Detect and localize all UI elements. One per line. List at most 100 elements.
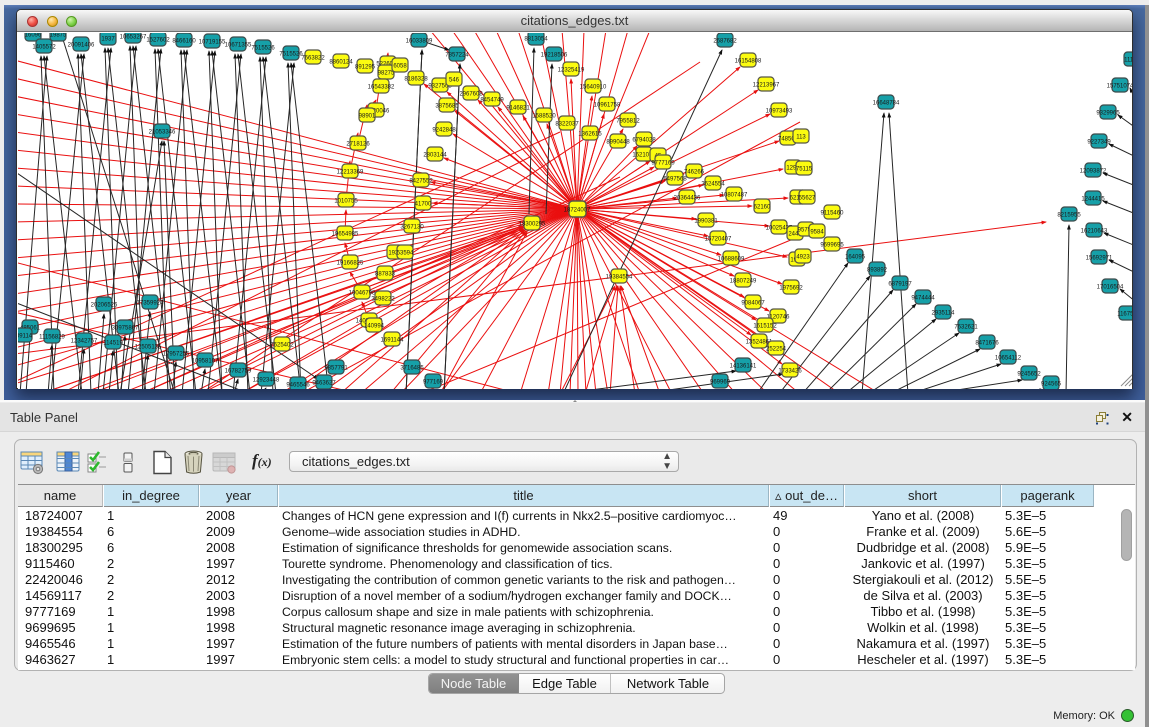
- svg-text:7515526: 7515526: [279, 52, 303, 58]
- svg-text:9463627: 9463627: [312, 381, 336, 387]
- svg-text:55627: 55627: [799, 196, 816, 202]
- svg-text:10653267: 10653267: [120, 35, 147, 41]
- svg-text:9115460: 9115460: [821, 211, 845, 217]
- svg-text:17016504: 17016504: [1097, 285, 1124, 291]
- svg-text:15640910: 15640910: [580, 85, 607, 91]
- svg-text:8990448: 8990448: [606, 140, 630, 146]
- svg-text:39114: 39114: [18, 334, 33, 340]
- svg-text:2687682: 2687682: [713, 39, 737, 45]
- svg-text:1990381: 1990381: [694, 219, 718, 225]
- svg-text:8215955: 8215955: [1057, 213, 1081, 219]
- svg-text:1937: 1937: [101, 37, 115, 43]
- svg-text:10654112: 10654112: [995, 356, 1022, 362]
- svg-text:9699695: 9699695: [820, 243, 844, 249]
- svg-text:8813054: 8813054: [524, 37, 548, 43]
- svg-text:1588520: 1588520: [532, 114, 556, 120]
- svg-text:1010755: 1010755: [334, 199, 358, 205]
- svg-text:113: 113: [796, 135, 806, 141]
- svg-text:8454749: 8454749: [480, 98, 504, 104]
- svg-text:1615152: 1615152: [753, 324, 777, 330]
- svg-text:12213967: 12213967: [753, 83, 780, 89]
- svg-text:3624554: 3624554: [701, 182, 725, 188]
- svg-text:9227349: 9227349: [1087, 140, 1111, 146]
- svg-text:1691144: 1691144: [381, 338, 405, 344]
- svg-text:887833: 887833: [375, 272, 396, 278]
- svg-text:3267130: 3267130: [400, 225, 424, 231]
- svg-text:252254: 252254: [766, 347, 787, 353]
- svg-text:19384554: 19384554: [606, 275, 633, 281]
- svg-text:10671355: 10671355: [225, 43, 252, 49]
- svg-text:7632621: 7632621: [954, 325, 978, 331]
- svg-text:9146821: 9146821: [506, 106, 530, 112]
- svg-text:1362615: 1362615: [578, 132, 602, 138]
- svg-text:9329965: 9329965: [1096, 111, 1120, 117]
- svg-text:12505135: 12505135: [135, 345, 162, 351]
- svg-text:21053346: 21053346: [149, 130, 176, 136]
- svg-text:18807249: 18807249: [730, 279, 757, 285]
- svg-text:10973493: 10973493: [766, 109, 793, 115]
- svg-text:9584: 9584: [810, 230, 824, 236]
- svg-text:8466160: 8466160: [172, 39, 196, 45]
- svg-text:4923: 4923: [796, 255, 810, 261]
- svg-text:19166825: 19166825: [337, 261, 364, 267]
- svg-text:8860124: 8860124: [329, 60, 353, 66]
- svg-text:3716485: 3716485: [400, 366, 424, 372]
- svg-text:2803144: 2803144: [423, 153, 447, 159]
- svg-text:16096: 16096: [25, 33, 42, 39]
- svg-text:20091406: 20091406: [68, 43, 95, 49]
- svg-text:1733426: 1733426: [778, 369, 802, 375]
- svg-text:41700: 41700: [415, 202, 432, 208]
- svg-text:9857791: 9857791: [324, 366, 348, 372]
- svg-text:1975692: 1975692: [779, 286, 803, 292]
- svg-text:15751074: 15751074: [1107, 84, 1132, 90]
- svg-text:75115: 75115: [796, 167, 813, 173]
- svg-text:19875: 19875: [50, 33, 67, 39]
- svg-text:16648784: 16648784: [873, 101, 900, 107]
- svg-text:2935114: 2935114: [932, 311, 956, 317]
- svg-text:164095: 164095: [845, 255, 866, 261]
- svg-text:924565: 924565: [1041, 382, 1062, 388]
- svg-text:7955812: 7955812: [616, 119, 640, 125]
- svg-text:9474444: 9474444: [911, 296, 935, 302]
- svg-text:114519: 114519: [103, 341, 123, 347]
- svg-text:7663822: 7663822: [301, 56, 325, 62]
- svg-text:16033809: 16033809: [406, 39, 433, 45]
- svg-text:16543382: 16543382: [368, 85, 395, 91]
- svg-text:6879197: 6879197: [888, 282, 912, 288]
- svg-text:6497568: 6497568: [663, 177, 687, 183]
- svg-text:3875685: 3875685: [435, 104, 459, 110]
- svg-text:12213369: 12213369: [337, 170, 364, 176]
- svg-text:12093872: 12093872: [1080, 169, 1107, 175]
- svg-text:10961758: 10961758: [594, 103, 621, 109]
- svg-text:1527602: 1527602: [146, 38, 170, 44]
- svg-text:7857224: 7857224: [445, 53, 469, 59]
- svg-text:746266: 746266: [684, 170, 705, 176]
- svg-text:18300295: 18300295: [519, 222, 546, 228]
- svg-text:893892: 893892: [867, 268, 888, 274]
- svg-text:9465546: 9465546: [286, 383, 310, 389]
- svg-text:16782759: 16782759: [225, 369, 252, 375]
- svg-text:10719155: 10719155: [199, 40, 226, 46]
- svg-text:15720407: 15720407: [705, 237, 732, 243]
- svg-text:18724007: 18724007: [564, 208, 591, 214]
- svg-text:6794028: 6794028: [632, 138, 656, 144]
- svg-text:10688609: 10688609: [718, 257, 745, 263]
- svg-text:140994: 140994: [364, 324, 385, 330]
- svg-text:98901: 98901: [359, 114, 376, 120]
- svg-text:8471676: 8471676: [975, 341, 999, 347]
- svg-text:1244415: 1244415: [1081, 197, 1105, 203]
- svg-text:12325419: 12325419: [558, 68, 585, 74]
- svg-text:12342757: 12342757: [71, 339, 98, 345]
- svg-text:9777169: 9777169: [651, 161, 675, 167]
- svg-text:19654985: 19654985: [332, 232, 359, 238]
- svg-text:6058: 6058: [393, 64, 407, 70]
- svg-text:16210643: 16210643: [1081, 229, 1108, 235]
- svg-text:9084067: 9084067: [741, 301, 765, 307]
- svg-text:7625402: 7625402: [270, 343, 294, 349]
- svg-text:3498222: 3498222: [371, 297, 395, 303]
- svg-text:11124: 11124: [1124, 58, 1132, 64]
- svg-text:20364436: 20364436: [674, 196, 701, 202]
- svg-text:116753: 116753: [1117, 312, 1132, 318]
- svg-text:8427552: 8427552: [409, 179, 433, 185]
- svg-text:20206526: 20206526: [91, 303, 118, 309]
